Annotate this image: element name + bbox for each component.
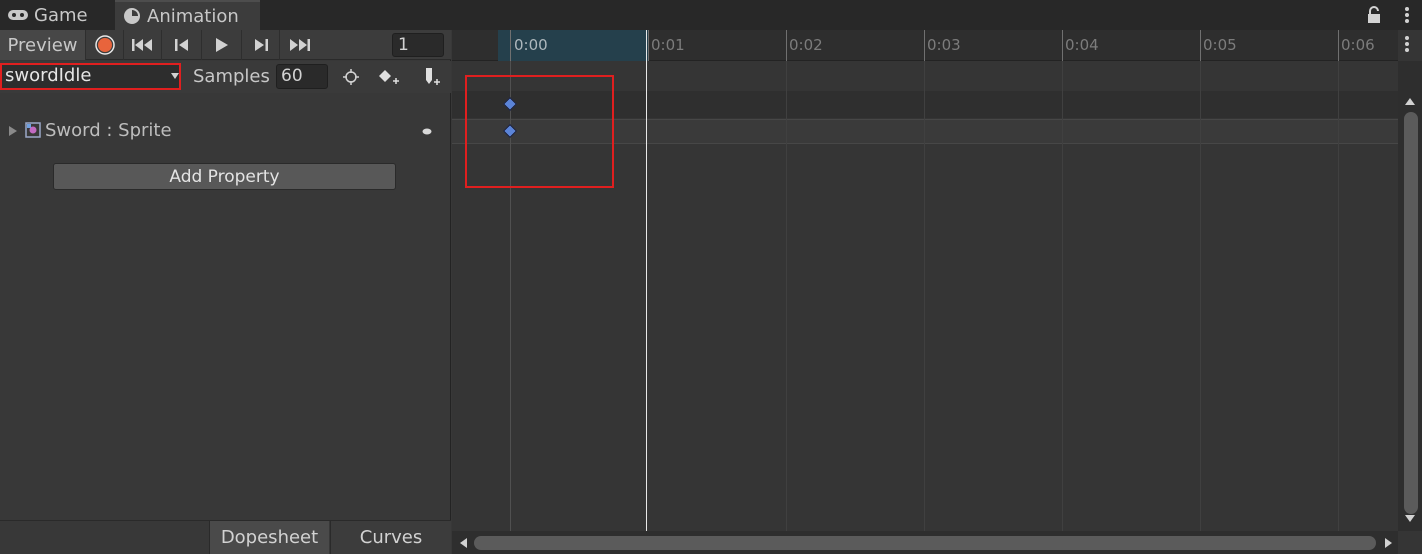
add-property-button[interactable]: Add Property [53, 163, 396, 190]
ruler-tick [786, 30, 787, 61]
clip-dropdown[interactable]: swordIdle [0, 63, 181, 90]
samples-label: Samples [193, 66, 270, 87]
frame-field[interactable]: 1 [392, 33, 444, 57]
dropdown-arrow-icon [171, 73, 179, 79]
first-keyframe-button[interactable] [124, 30, 162, 60]
add-event-icon [426, 68, 440, 85]
last-key-icon [290, 39, 310, 51]
tab-animation-label: Animation [147, 5, 239, 27]
vertical-scrollbar-thumb[interactable] [1404, 112, 1418, 514]
tab-animation[interactable]: Animation [115, 0, 260, 30]
next-keyframe-button[interactable] [242, 30, 280, 60]
kebab-menu-icon[interactable] [1400, 6, 1414, 24]
ruler-tick-label: 0:02 [789, 36, 823, 54]
ruler-tick-label: 0:01 [651, 36, 685, 54]
ruler-tick [1338, 30, 1339, 61]
first-key-icon [131, 39, 152, 51]
hierarchy-panel [0, 30, 451, 554]
kebab-menu-icon[interactable] [1400, 34, 1414, 54]
ruler-tick-label: 0:03 [927, 36, 961, 54]
add-keyframe-icon [379, 70, 399, 84]
add-keyframe-button[interactable] [371, 63, 407, 91]
timeline-gridline [786, 61, 787, 531]
ruler-tick-label: 0:04 [1065, 36, 1099, 54]
add-event-button[interactable] [413, 63, 449, 91]
clock-icon [124, 8, 140, 24]
scroll-left-arrow-icon[interactable] [458, 537, 468, 549]
ruler-tick-label: 0:05 [1203, 36, 1237, 54]
property-label: Sword : Sprite [45, 120, 172, 141]
filter-selection-icon [343, 69, 359, 85]
prev-key-icon [174, 39, 188, 51]
ruler-tick [510, 30, 511, 61]
timeline-gridline [1200, 61, 1201, 531]
scroll-up-arrow-icon[interactable] [1404, 96, 1416, 106]
horizontal-scrollbar-thumb[interactable] [474, 536, 1376, 550]
lock-icon[interactable] [1366, 6, 1382, 24]
ruler-tick-label: 0:00 [514, 36, 548, 54]
last-keyframe-button[interactable] [280, 30, 318, 60]
gamepad-icon [8, 10, 28, 20]
sprite-renderer-icon [25, 122, 41, 138]
ruler-tick [1062, 30, 1063, 61]
ruler-tick [648, 30, 649, 61]
scroll-right-arrow-icon[interactable] [1384, 537, 1394, 549]
tab-game[interactable]: Game [0, 0, 112, 30]
timeline-gridline [1062, 61, 1063, 531]
next-key-icon [254, 39, 268, 51]
tab-curves[interactable]: Curves [330, 521, 451, 554]
samples-field[interactable]: 60 [276, 64, 328, 89]
scroll-down-arrow-icon[interactable] [1404, 514, 1416, 524]
play-button[interactable] [202, 30, 242, 60]
record-button[interactable] [86, 30, 124, 60]
tab-game-label: Game [34, 4, 88, 26]
ruler-tick [924, 30, 925, 61]
expand-triangle-icon[interactable] [8, 125, 18, 137]
playhead-line[interactable] [646, 30, 647, 531]
tab-dopesheet[interactable]: Dopesheet [209, 521, 329, 554]
play-icon [215, 38, 228, 52]
ruler-tick [1200, 30, 1201, 61]
property-options-dot-icon[interactable] [422, 128, 432, 135]
timeline-gridline [924, 61, 925, 531]
filter-selection-button[interactable] [333, 63, 369, 91]
timeline-gridline [1338, 61, 1339, 531]
ruler-tick-label: 0:06 [1341, 36, 1375, 54]
previous-keyframe-button[interactable] [162, 30, 202, 60]
record-icon [94, 35, 115, 55]
preview-button[interactable]: Preview [0, 30, 86, 60]
annotation-highlight-box [465, 75, 614, 188]
